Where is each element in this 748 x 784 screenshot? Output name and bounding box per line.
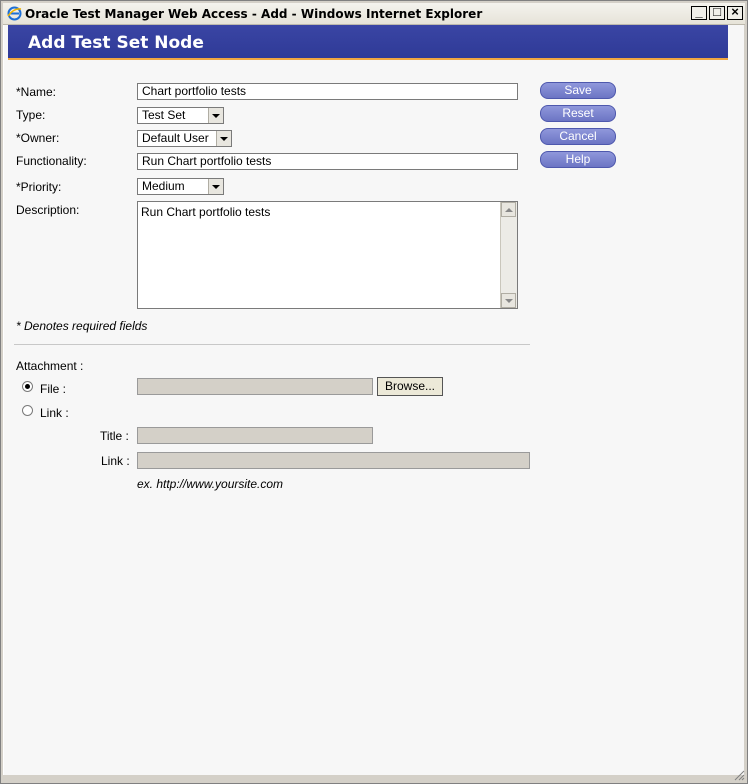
link-input[interactable] xyxy=(137,452,530,469)
title-bar: Oracle Test Manager Web Access - Add - W… xyxy=(3,3,745,25)
section-divider xyxy=(14,344,530,345)
description-textarea[interactable]: Run Chart portfolio tests xyxy=(137,201,518,309)
link-radio[interactable] xyxy=(22,405,33,416)
save-button[interactable]: Save xyxy=(540,82,616,99)
page-header: Add Test Set Node xyxy=(8,25,728,60)
link-example: ex. http://www.yoursite.com xyxy=(137,477,284,491)
minimize-icon: _ xyxy=(695,4,703,19)
chevron-down-icon xyxy=(208,108,223,123)
name-label: *Name: xyxy=(16,85,57,99)
cancel-button[interactable]: Cancel xyxy=(540,128,616,145)
priority-label: *Priority: xyxy=(16,180,62,194)
owner-label: *Owner: xyxy=(16,131,60,145)
name-input[interactable]: Chart portfolio tests xyxy=(137,83,518,100)
file-radio[interactable] xyxy=(22,381,33,392)
browser-window: Oracle Test Manager Web Access - Add - W… xyxy=(0,0,748,784)
description-text: Run Chart portfolio tests xyxy=(141,205,271,219)
owner-select[interactable]: Default User xyxy=(137,130,232,147)
title-input[interactable] xyxy=(137,427,373,444)
required-note: * Denotes required fields xyxy=(16,319,148,333)
maximize-icon: □ xyxy=(713,4,721,19)
type-select[interactable]: Test Set xyxy=(137,107,224,124)
functionality-input[interactable]: Run Chart portfolio tests xyxy=(137,153,518,170)
minimize-button[interactable]: _ xyxy=(691,4,707,20)
close-icon: × xyxy=(731,4,739,19)
file-label: File : xyxy=(40,382,67,396)
functionality-label: Functionality: xyxy=(16,154,87,168)
scroll-down-icon[interactable] xyxy=(501,293,516,308)
type-value: Test Set xyxy=(142,108,186,122)
window-title: Oracle Test Manager Web Access - Add - W… xyxy=(25,7,483,21)
page-content: Add Test Set Node *Name: Chart portfolio… xyxy=(3,25,744,775)
link-label: Link : xyxy=(101,454,130,468)
owner-value: Default User xyxy=(142,131,209,145)
chevron-down-icon xyxy=(208,179,223,194)
maximize-button[interactable]: □ xyxy=(709,4,725,20)
priority-select[interactable]: Medium xyxy=(137,178,224,195)
priority-value: Medium xyxy=(142,179,185,193)
help-button[interactable]: Help xyxy=(540,151,616,168)
ie-icon xyxy=(7,6,22,21)
title-label: Title : xyxy=(100,429,129,443)
reset-button[interactable]: Reset xyxy=(540,105,616,122)
browse-button[interactable]: Browse... xyxy=(377,377,443,396)
chevron-down-icon xyxy=(216,131,231,146)
scroll-up-icon[interactable] xyxy=(501,202,516,217)
window-controls: _ □ × xyxy=(691,4,743,20)
description-label: Description: xyxy=(16,203,80,217)
file-path-input[interactable] xyxy=(137,378,373,395)
type-label: Type: xyxy=(16,108,46,122)
description-scrollbar[interactable] xyxy=(500,202,517,308)
resize-grip-icon[interactable] xyxy=(733,769,745,781)
page-title: Add Test Set Node xyxy=(28,33,204,53)
attachment-label: Attachment : xyxy=(16,359,84,373)
link-radio-label: Link : xyxy=(40,406,69,420)
close-button[interactable]: × xyxy=(727,4,743,20)
